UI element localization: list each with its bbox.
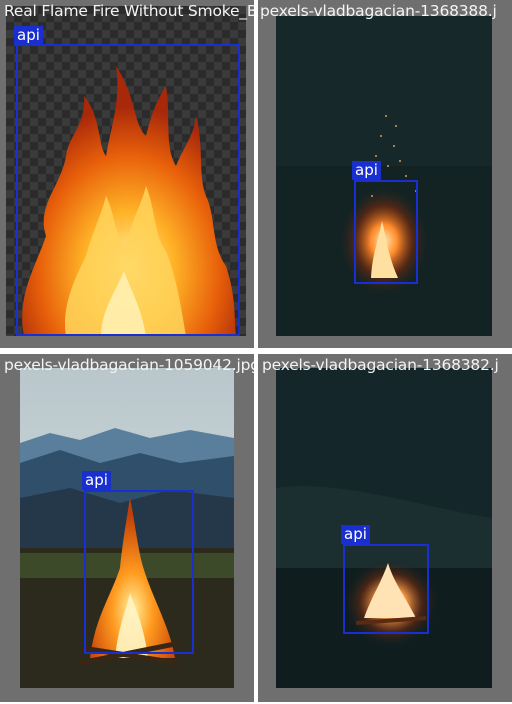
detection-label: api <box>341 525 370 544</box>
detection-box <box>343 544 429 634</box>
detection-label: api <box>14 26 43 45</box>
detection-box <box>84 490 194 654</box>
image-filename: Real Flame Fire Without Smoke_Black-ba <box>4 2 254 20</box>
detection-label: api <box>352 161 381 180</box>
image-tile-3[interactable]: api pexels-vladbagacian-1059042.jpg <box>0 354 254 702</box>
image-filename: pexels-vladbagacian-1059042.jpg <box>4 356 254 374</box>
detection-label: api <box>82 471 111 490</box>
image-filename: pexels-vladbagacian-1368382.j <box>262 356 499 374</box>
image-filename: pexels-vladbagacian-1368388.j <box>260 2 497 20</box>
night-campfire-image <box>276 16 492 336</box>
night-campfire-image <box>276 368 492 688</box>
detection-box <box>16 44 240 336</box>
image-tile-4[interactable]: api pexels-vladbagacian-1368382.j <box>258 354 512 702</box>
image-tile-1[interactable]: api Real Flame Fire Without Smoke_Black-… <box>0 0 254 348</box>
image-tile-2[interactable]: api pexels-vladbagacian-1368388.j <box>258 0 512 348</box>
detection-box <box>354 180 418 284</box>
